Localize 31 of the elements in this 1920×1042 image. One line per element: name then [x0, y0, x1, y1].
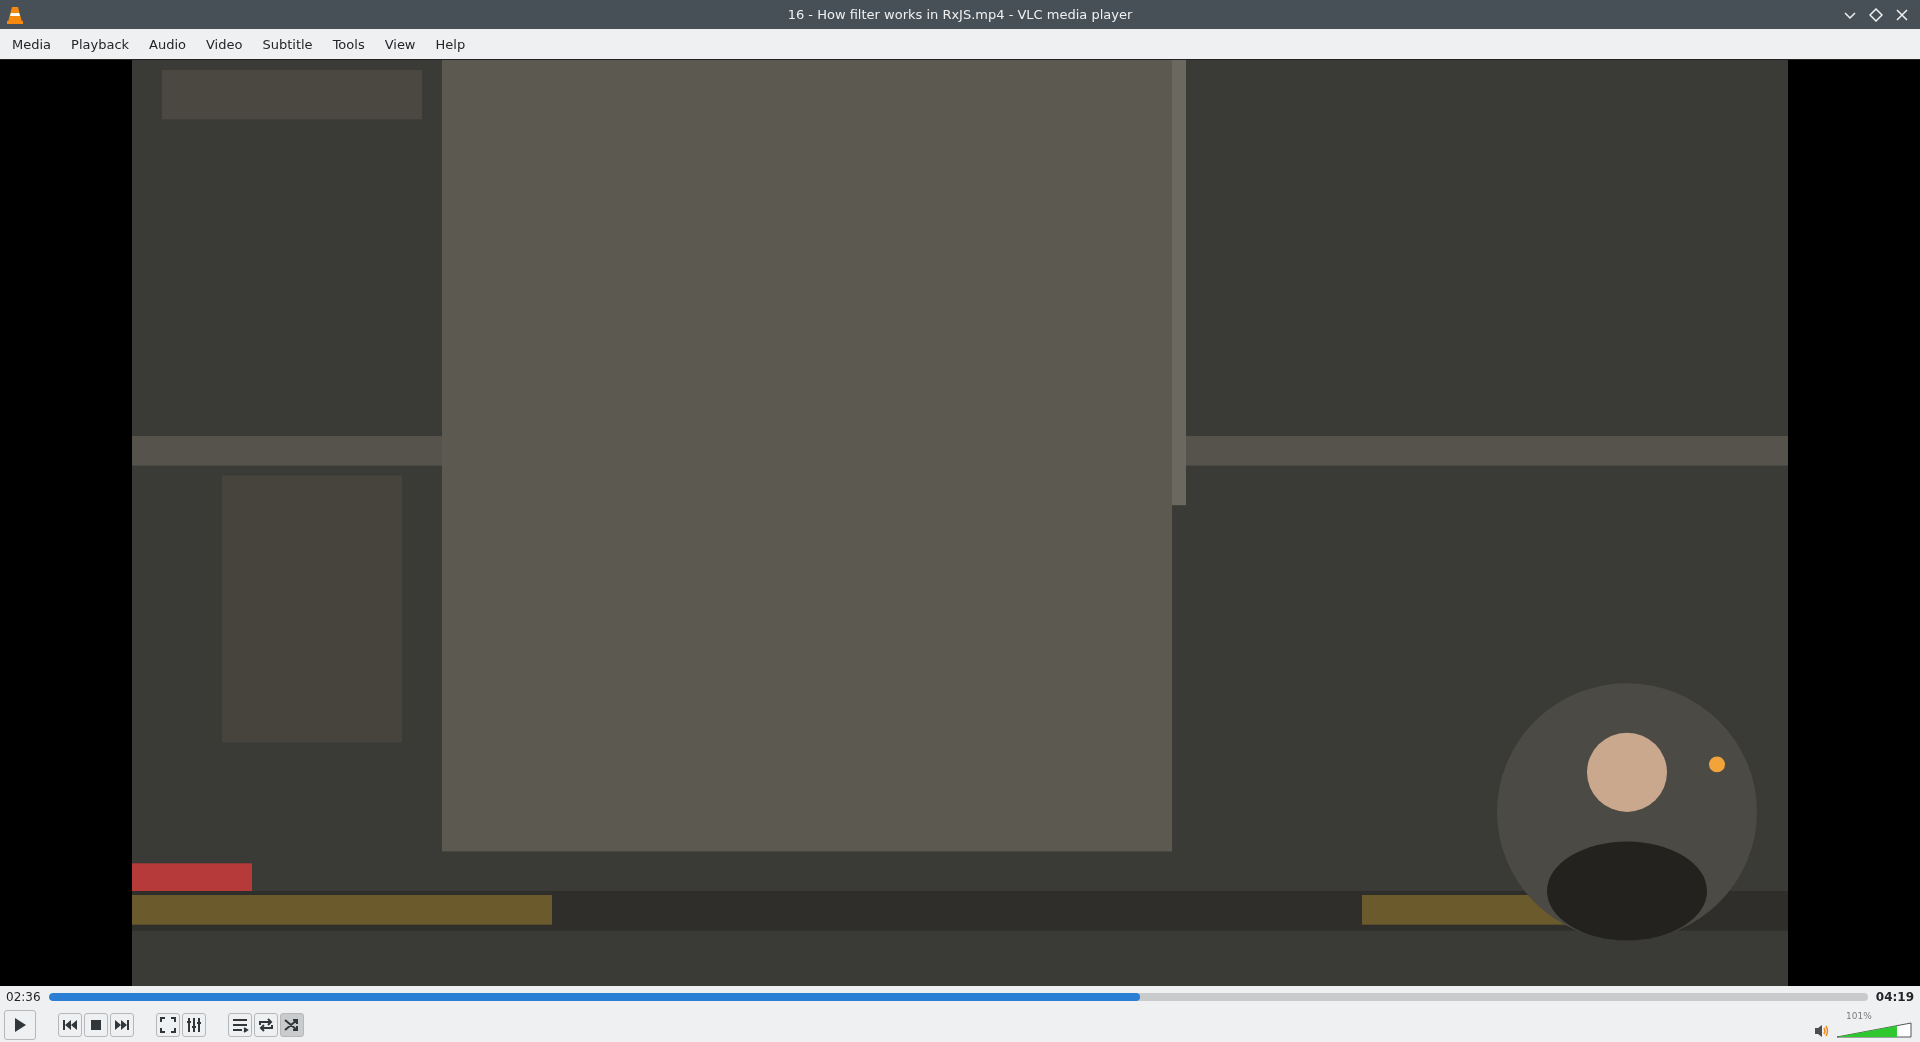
menu-item[interactable]: Video [196, 32, 253, 56]
menu-item[interactable]: Audio [139, 32, 196, 56]
vlc-cone-icon [6, 4, 24, 25]
menu-item[interactable]: Tools [322, 32, 375, 56]
previous-button[interactable] [58, 1013, 82, 1037]
shuffle-icon [283, 1016, 301, 1034]
next-button[interactable] [110, 1013, 134, 1037]
playlist-button[interactable] [228, 1013, 252, 1037]
volume-reading: 101% [1846, 1011, 1872, 1021]
speaker-icon[interactable] [1814, 1024, 1830, 1038]
equalizer-button[interactable] [182, 1013, 206, 1037]
shuffle-button[interactable] [280, 1013, 304, 1037]
menu-item[interactable]: Subtitle [252, 32, 323, 56]
fullscreen-button[interactable] [156, 1013, 180, 1037]
diamond-icon [1869, 7, 1883, 22]
play-button[interactable] [4, 1010, 36, 1040]
close-icon [1895, 7, 1909, 22]
elapsed-time: 02:36 [6, 990, 41, 1004]
menu-item[interactable]: Playback [61, 32, 140, 56]
seek-bar[interactable] [48, 993, 1868, 1001]
list-icon [231, 1016, 249, 1034]
expand-icon [159, 1016, 177, 1034]
loop-button[interactable] [254, 1013, 278, 1037]
menu-item[interactable]: Media [2, 32, 62, 56]
menu-item[interactable]: Help [425, 32, 476, 56]
total-time: 04:19 [1875, 990, 1914, 1004]
stop-button[interactable] [84, 1013, 108, 1037]
sliders-icon [185, 1016, 203, 1034]
menu-item[interactable]: View [374, 32, 426, 56]
repeat-icon [257, 1016, 275, 1034]
window-title: 16 - How filter works in RxJS.mp4 - VLC media player [787, 7, 1133, 22]
